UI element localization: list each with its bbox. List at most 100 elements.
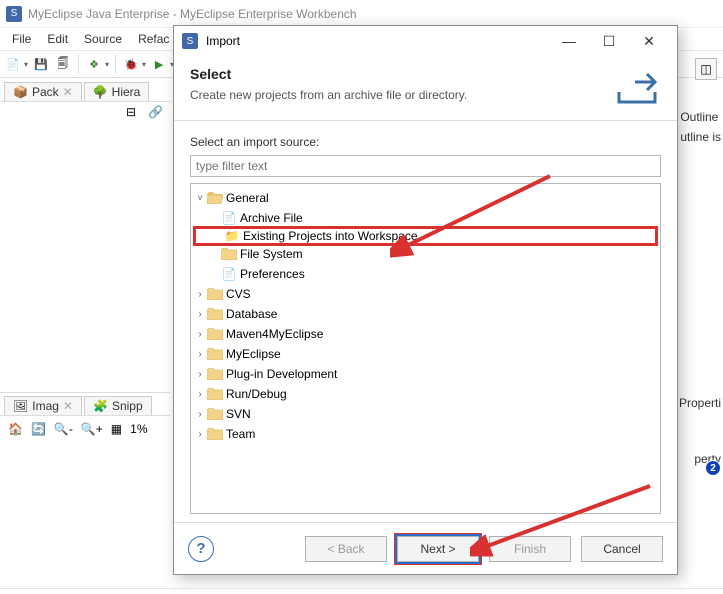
folder-icon — [207, 367, 223, 381]
tab-package[interactable]: 📦 Pack ✕ — [4, 82, 82, 101]
tree-node-database[interactable]: › Database — [193, 304, 658, 324]
chevron-right-icon[interactable]: › — [193, 429, 207, 440]
new-icon[interactable]: 📄 — [4, 55, 22, 73]
app-icon: S — [6, 6, 22, 22]
menu-edit[interactable]: Edit — [39, 32, 76, 46]
home-icon[interactable]: 🏠 — [8, 422, 23, 436]
close-icon[interactable]: ✕ — [63, 85, 73, 99]
chevron-right-icon[interactable]: › — [193, 369, 207, 380]
save-icon[interactable]: 💾 — [32, 55, 50, 73]
maximize-button[interactable]: ☐ — [589, 28, 629, 54]
menu-refactor[interactable]: Refac — [130, 32, 177, 46]
dialog-titlebar: S Import — ☐ ✕ — [174, 26, 677, 56]
finish-button: Finish — [489, 536, 571, 562]
project-icon: 📁 — [224, 229, 240, 243]
left-panel-tabs: 📦 Pack ✕ 🌳 Hiera — [0, 78, 170, 102]
zoom-out-icon[interactable]: 🔍- — [54, 422, 73, 436]
tree-node-myeclipse[interactable]: › MyEclipse — [193, 344, 658, 364]
bottom-border — [0, 588, 723, 594]
tab-snippets[interactable]: 🧩 Snipp — [84, 396, 152, 415]
main-titlebar: S MyEclipse Java Enterprise - MyEclipse … — [0, 0, 723, 28]
tree-item-archive-file[interactable]: 📄 Archive File — [193, 208, 658, 228]
chevron-right-icon[interactable]: › — [193, 389, 207, 400]
tree-item-label: Preferences — [240, 267, 305, 281]
outline-tab-label[interactable]: Outline — [680, 110, 721, 124]
folder-icon — [207, 347, 223, 361]
refresh-icon[interactable]: 🔄 — [31, 422, 46, 436]
filter-input[interactable] — [190, 155, 661, 177]
properties-tab-label[interactable]: Properti — [679, 396, 721, 410]
dialog-body: Select an import source: ˅ General 📄 Arc… — [174, 121, 677, 522]
chevron-right-icon[interactable]: › — [193, 329, 207, 340]
chevron-down-icon[interactable]: ˅ — [193, 193, 207, 204]
tree-node-team[interactable]: › Team — [193, 424, 658, 444]
import-dialog: S Import — ☐ ✕ Select Create new project… — [173, 25, 678, 575]
tree-node-run-debug[interactable]: › Run/Debug — [193, 384, 658, 404]
tree-node-label: Maven4MyEclipse — [226, 327, 323, 341]
tree-node-label: Database — [226, 307, 277, 321]
package-icon: 📦 — [13, 85, 28, 99]
tree-node-general[interactable]: ˅ General — [193, 188, 658, 208]
import-banner-icon — [613, 66, 661, 106]
dialog-footer: ? < Back Next > Finish Cancel — [174, 522, 677, 574]
tab-package-label: Pack — [32, 85, 59, 99]
run-icon[interactable]: ▶ — [150, 55, 168, 73]
chevron-right-icon[interactable]: › — [193, 289, 207, 300]
dialog-title: Import — [206, 34, 240, 48]
run-debug-icon[interactable]: 🐞 — [122, 55, 140, 73]
help-button[interactable]: ? — [188, 536, 214, 562]
cancel-button[interactable]: Cancel — [581, 536, 663, 562]
tab-image[interactable]: 🖼 Imag ✕ — [4, 396, 82, 415]
zoom-in-icon[interactable]: 🔍+ — [81, 422, 103, 436]
file-icon: 📄 — [221, 267, 237, 281]
save-all-icon[interactable]: 🗐 — [54, 55, 72, 73]
tree-item-file-system[interactable]: File System — [193, 244, 658, 264]
tree-item-existing-projects[interactable]: 📁 Existing Projects into Workspace — [193, 226, 658, 246]
folder-icon — [221, 247, 237, 261]
right-labels: Outline utline is — [680, 110, 721, 150]
close-button[interactable]: ✕ — [629, 28, 669, 54]
tree-node-label: Run/Debug — [226, 387, 287, 401]
menu-file[interactable]: File — [4, 32, 39, 46]
folder-icon — [207, 287, 223, 301]
tree-item-preferences[interactable]: 📄 Preferences — [193, 264, 658, 284]
folder-icon — [207, 307, 223, 321]
annotation-badge-2: 2 — [705, 460, 721, 476]
tree-item-label: Existing Projects into Workspace — [243, 229, 418, 243]
chevron-right-icon[interactable]: › — [193, 409, 207, 420]
tree-node-label: SVN — [226, 407, 251, 421]
back-button: < Back — [305, 536, 387, 562]
link-icon[interactable]: 🔗 — [148, 105, 164, 121]
minimize-button[interactable]: — — [549, 28, 589, 54]
percent-icon[interactable]: 1% — [130, 422, 147, 436]
debug-icon[interactable]: ❖ — [85, 55, 103, 73]
tree-node-label: Plug-in Development — [226, 367, 337, 381]
perspective-button[interactable]: ◫ — [695, 58, 717, 80]
chevron-right-icon[interactable]: › — [193, 349, 207, 360]
tab-hierarchy[interactable]: 🌳 Hiera — [84, 82, 150, 101]
outline-msg: utline is — [680, 130, 721, 144]
snippet-icon: 🧩 — [93, 399, 108, 413]
image-icon: 🖼 — [13, 399, 28, 413]
tree-node-plugin-dev[interactable]: › Plug-in Development — [193, 364, 658, 384]
tab-snippets-label: Snipp — [112, 399, 143, 413]
file-icon: 📄 — [221, 211, 237, 225]
menu-source[interactable]: Source — [76, 32, 130, 46]
chevron-right-icon[interactable]: › — [193, 309, 207, 320]
window-title: MyEclipse Java Enterprise - MyEclipse En… — [28, 7, 357, 21]
close-icon[interactable]: ✕ — [63, 399, 73, 413]
tree-node-maven[interactable]: › Maven4MyEclipse — [193, 324, 658, 344]
select-source-label: Select an import source: — [190, 135, 661, 149]
tab-hierarchy-label: Hiera — [112, 85, 141, 99]
zoom-fit-icon[interactable]: ▦ — [111, 422, 122, 436]
next-button[interactable]: Next > — [397, 536, 479, 562]
lower-tabs: 🖼 Imag ✕ 🧩 Snipp — [0, 392, 170, 416]
left-panel-toolbar: ⊟ 🔗 — [0, 102, 170, 124]
tree-node-cvs[interactable]: › CVS — [193, 284, 658, 304]
dialog-description: Create new projects from an archive file… — [190, 88, 467, 102]
collapse-icon[interactable]: ⊟ — [126, 105, 142, 121]
folder-icon — [207, 427, 223, 441]
dialog-header: Select Create new projects from an archi… — [174, 56, 677, 121]
import-source-tree[interactable]: ˅ General 📄 Archive File 📁 Existing Proj… — [190, 183, 661, 514]
tree-node-svn[interactable]: › SVN — [193, 404, 658, 424]
